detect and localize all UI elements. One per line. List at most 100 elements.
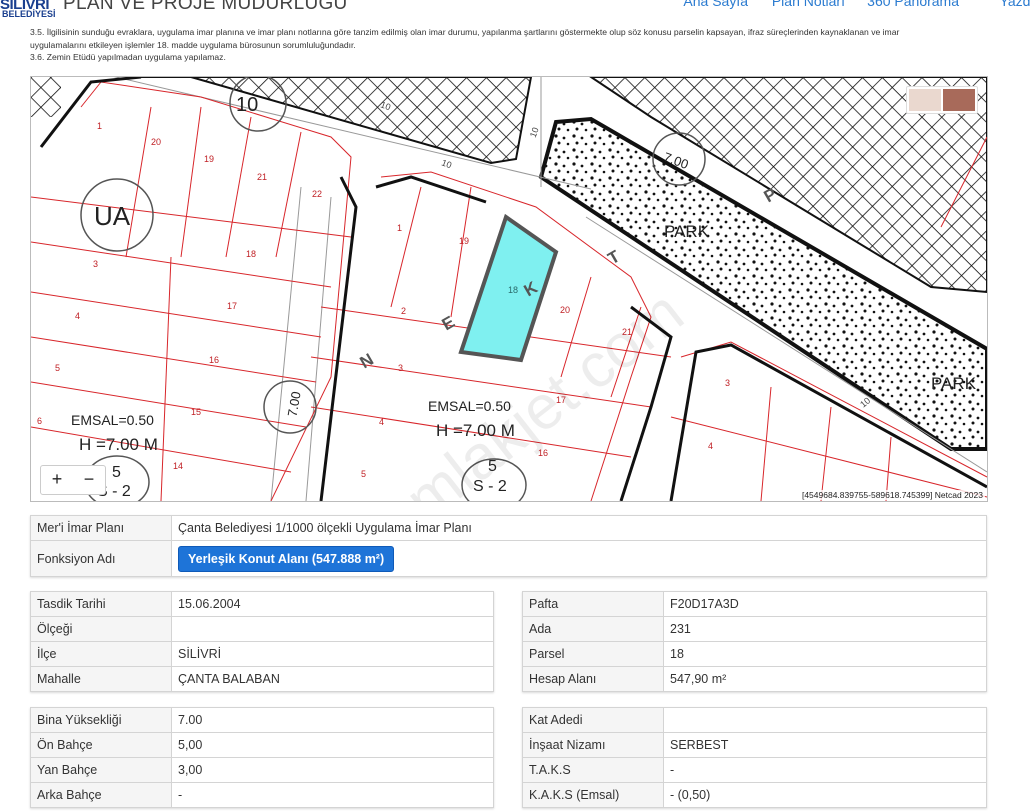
plan-notes: 3.5. İlgilisinin sunduğu evraklara, uygu…: [30, 26, 990, 64]
nav-print-link[interactable]: Yazdır: [1000, 0, 1031, 9]
top-bar: SİLİVRİ BELEDİYESİ PLAN VE PROJE MÜDÜRLÜ…: [0, 0, 1031, 22]
nav-plan-notes-link[interactable]: Plan Notları: [772, 0, 845, 9]
layer-thumbnail[interactable]: [943, 89, 975, 111]
street-letter: E: [439, 312, 458, 334]
field-value: 18: [663, 641, 987, 667]
parcel-number: 1: [97, 121, 102, 131]
zone-code: S - 2: [473, 478, 507, 495]
parcel-number: 19: [204, 154, 214, 164]
parcel-number: 17: [556, 395, 566, 405]
parcel-number: 19: [459, 236, 469, 246]
field-label: Parsel: [522, 641, 664, 667]
parcel-number: 22: [312, 189, 322, 199]
parcel-number: 18: [508, 285, 518, 295]
height-label: H =7.00 M: [436, 421, 515, 440]
parcel-number: 1: [397, 223, 402, 233]
field-value: 3,00: [171, 757, 494, 783]
emsal-label: EMSAL=0.50: [428, 398, 511, 414]
field-label: Pafta: [522, 591, 664, 617]
field-value: - (0,50): [663, 782, 987, 808]
zoom-in-button[interactable]: +: [41, 466, 73, 494]
field-label: T.A.K.S: [522, 757, 664, 783]
field-label: Mahalle: [30, 666, 172, 692]
table-row: T.A.K.S -: [522, 757, 987, 783]
field-label: Ön Bahçe: [30, 732, 172, 758]
field-label: Arka Bahçe: [30, 782, 172, 808]
field-value: [663, 707, 987, 733]
table-row: İnşaat Nizamı SERBEST: [522, 732, 987, 758]
parcel-number: 17: [227, 301, 237, 311]
zone-number: 5: [112, 464, 121, 481]
field-label: Ada: [522, 616, 664, 642]
park-label: PARK: [931, 374, 977, 393]
field-value: 15.06.2004: [171, 591, 494, 617]
parcel-number: 15: [191, 407, 201, 417]
field-value: Yerleşik Konut Alanı (547.888 m²): [171, 540, 987, 577]
parcel-number: 5: [55, 363, 60, 373]
zoom-control: + −: [40, 465, 106, 495]
table-row: K.A.K.S (Emsal) - (0,50): [522, 782, 987, 808]
parcel-number: 21: [622, 327, 632, 337]
contour-label: 10: [440, 158, 453, 171]
table-row: Parsel 18: [522, 641, 987, 667]
field-label: Yan Bahçe: [30, 757, 172, 783]
table-row: Yan Bahçe 3,00: [30, 757, 494, 783]
table-row: Bina Yüksekliği 7.00: [30, 707, 494, 733]
parcel-identity-table: Pafta F20D17A3D Ada 231 Parsel 18 Hesap Ala…: [522, 591, 987, 692]
parcel-number: 6: [37, 416, 42, 426]
parcel-number: 5: [361, 469, 366, 479]
nav-home-link[interactable]: Ana Sayfa: [683, 0, 748, 9]
parcel-number: 3: [93, 259, 98, 269]
field-value: 547,90 m²: [663, 666, 987, 692]
function-name-button[interactable]: Yerleşik Konut Alanı (547.888 m²): [178, 545, 395, 572]
plan-note-line: 3.5. İlgilisinin sunduğu evraklara, uygu…: [30, 27, 900, 37]
field-value: -: [663, 757, 987, 783]
building-ratios-table: Kat Adedi İnşaat Nizamı SERBEST T.A.K.S - …: [522, 707, 987, 808]
parcel-number: 4: [75, 311, 80, 321]
emsal-label: EMSAL=0.50: [71, 412, 154, 428]
table-row: Ada 231: [522, 616, 987, 642]
park-label: PARK: [664, 222, 710, 241]
plan-note-line: 3.6. Zemin Etüdü yapılmadan uygulama yap…: [30, 52, 226, 62]
map-attribution: [4549684.839755-589618.745399] Netcad 20…: [799, 490, 985, 500]
field-label: Tasdik Tarihi: [30, 591, 172, 617]
parcel-number: 16: [209, 355, 219, 365]
field-label: Fonksiyon Adı: [30, 540, 172, 577]
parcel-number: 2: [401, 306, 406, 316]
hatched-area-top: [131, 77, 533, 165]
zoning-map[interactable]: emlakjet.com UA 10 7.00 7.00 PARK PARK E…: [30, 76, 988, 502]
table-row: Mer'i İmar Planı Çanta Belediyesi 1/1000…: [30, 515, 987, 541]
field-value: SERBEST: [663, 732, 987, 758]
parcel-number: 20: [560, 305, 570, 315]
field-label: Bina Yüksekliği: [30, 707, 172, 733]
table-row: Arka Bahçe -: [30, 782, 494, 808]
field-label: Hesap Alanı: [522, 666, 664, 692]
table-row: Mahalle ÇANTA BALABAN: [30, 666, 494, 692]
field-value: 7.00: [171, 707, 494, 733]
field-value: F20D17A3D: [663, 591, 987, 617]
field-value: [171, 616, 494, 642]
field-value: Çanta Belediyesi 1/1000 ölçekli Uygulama…: [171, 515, 987, 541]
parcel-location-table: Tasdik Tarihi 15.06.2004 Ölçeği İlçe SİLİV…: [30, 591, 494, 692]
municipality-logo[interactable]: SİLİVRİ BELEDİYESİ: [0, 0, 56, 22]
parcel-number: 20: [151, 137, 161, 147]
table-row: Ölçeği: [30, 616, 494, 642]
table-row: Ön Bahçe 5,00: [30, 732, 494, 758]
table-row: İlçe SİLİVRİ: [30, 641, 494, 667]
contour-label: 10: [528, 126, 541, 139]
parcel-number: 3: [398, 363, 403, 373]
table-row: Kat Adedi: [522, 707, 987, 733]
zoom-out-button[interactable]: −: [73, 466, 105, 494]
street-letter: N: [357, 350, 377, 373]
plan-info-table: Mer'i İmar Planı Çanta Belediyesi 1/1000…: [30, 515, 987, 577]
layer-switcher[interactable]: [906, 86, 978, 114]
logo-line-2: BELEDİYESİ: [2, 9, 56, 19]
height-label: H =7.00 M: [79, 435, 158, 454]
nav-360-panorama-link[interactable]: 360 Panorama: [867, 0, 959, 9]
parcel-number: 16: [538, 448, 548, 458]
table-row: Tasdik Tarihi 15.06.2004: [30, 591, 494, 617]
field-value: -: [171, 782, 494, 808]
field-value: SİLİVRİ: [171, 641, 494, 667]
ua-label: UA: [94, 201, 131, 231]
layer-thumbnail[interactable]: [909, 89, 941, 111]
